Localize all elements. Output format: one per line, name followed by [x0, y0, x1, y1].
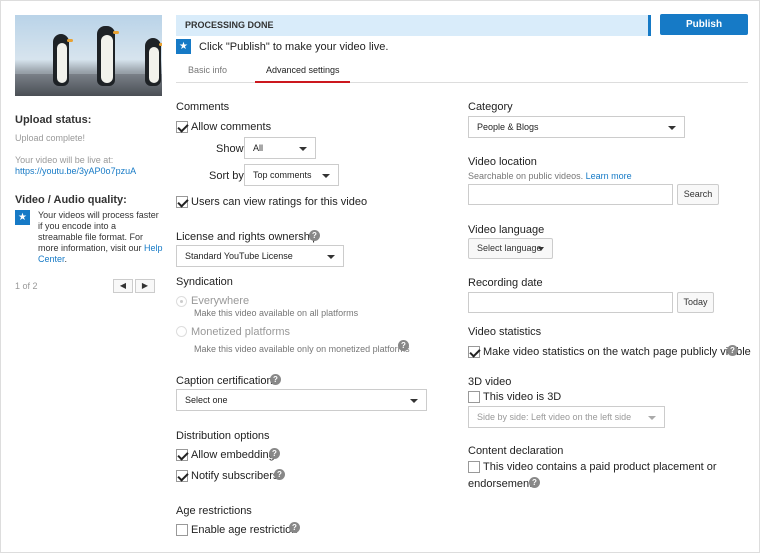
syndication-title: Syndication	[176, 276, 233, 288]
monetized-description: Make this video available only on moneti…	[194, 344, 410, 354]
paid-placement-checkbox[interactable]	[468, 461, 480, 473]
everywhere-radio[interactable]	[176, 296, 187, 307]
video-url-link[interactable]: https://youtu.be/3yAP0o7pzuA	[15, 166, 163, 176]
caret-down-icon	[648, 416, 656, 420]
help-icon[interactable]: ?	[398, 340, 409, 351]
sort-by-label: Sort by	[209, 170, 244, 182]
upload-status-title: Upload status:	[15, 114, 92, 126]
publish-hint-text: Click "Publish" to make your video live.	[199, 40, 389, 53]
caret-down-icon	[668, 126, 676, 130]
license-title: License and rights ownership	[176, 231, 319, 243]
processing-status-bar: PROCESSING DONE	[176, 15, 651, 36]
monetized-radio[interactable]	[176, 326, 187, 337]
help-icon[interactable]: ?	[727, 345, 738, 356]
allow-embedding-checkbox[interactable]	[176, 449, 188, 461]
language-select[interactable]: Select language	[468, 238, 553, 259]
live-at-text: Your video will be live at:	[15, 155, 114, 165]
caption-select[interactable]: Select one	[176, 389, 427, 411]
video-3d-mode-select[interactable]: Side by side: Left video on the left sid…	[468, 406, 665, 428]
location-title: Video location	[468, 156, 537, 168]
today-button[interactable]: Today	[677, 292, 714, 313]
category-title: Category	[468, 101, 513, 113]
view-ratings-label: Users can view ratings for this video	[191, 196, 368, 208]
video-3d-checkbox[interactable]	[468, 391, 480, 403]
allow-comments-label: Allow comments	[191, 121, 272, 133]
caret-down-icon	[327, 255, 335, 259]
view-ratings-checkbox[interactable]	[176, 196, 188, 208]
notify-subscribers-checkbox[interactable]	[176, 470, 188, 482]
show-label: Show	[216, 143, 244, 155]
tab-advanced-settings[interactable]: Advanced settings	[266, 65, 340, 75]
next-page-button[interactable]: ▶	[135, 279, 155, 293]
video-thumbnail[interactable]	[15, 15, 162, 96]
active-tab-indicator	[255, 81, 350, 83]
everywhere-label: Everywhere	[191, 295, 250, 307]
public-stats-checkbox[interactable]	[468, 346, 480, 358]
age-title: Age restrictions	[176, 505, 252, 517]
content-declaration-title: Content declaration	[468, 445, 564, 457]
help-icon[interactable]: ?	[309, 230, 320, 241]
sidebar-pager: 1 of 2 ◀ ▶	[15, 279, 163, 293]
video-3d-title: 3D video	[468, 376, 512, 388]
upload-page: Upload status: Upload complete! Your vid…	[0, 0, 760, 553]
publish-button[interactable]: Publish	[660, 14, 748, 35]
allow-embedding-label: Allow embedding	[191, 449, 275, 461]
star-icon: ★	[176, 39, 191, 54]
publish-hint: ★ Click "Publish" to make your video liv…	[176, 39, 388, 54]
distribution-title: Distribution options	[176, 430, 270, 442]
settings-tabs: Basic info Advanced settings	[176, 59, 748, 83]
public-stats-label: Make video statistics on the watch page …	[483, 346, 751, 358]
paid-placement-label-cont: endorsement	[468, 478, 533, 490]
video-statistics-title: Video statistics	[468, 326, 542, 338]
upload-complete-text: Upload complete!	[15, 133, 86, 143]
monetized-label: Monetized platforms	[191, 326, 291, 338]
prev-page-button[interactable]: ◀	[113, 279, 133, 293]
learn-more-link[interactable]: Learn more	[586, 171, 632, 181]
recording-date-title: Recording date	[468, 277, 543, 289]
tab-basic-info[interactable]: Basic info	[188, 65, 227, 75]
location-input[interactable]	[468, 184, 673, 205]
age-restriction-checkbox[interactable]	[176, 524, 188, 536]
page-indicator: 1 of 2	[15, 281, 38, 291]
help-icon[interactable]: ?	[269, 448, 280, 459]
caret-down-icon	[299, 147, 307, 151]
allow-comments-checkbox[interactable]	[176, 121, 188, 133]
caption-title: Caption certification	[176, 375, 273, 387]
recording-date-input[interactable]	[468, 292, 673, 313]
video-3d-label: This video is 3D	[483, 391, 562, 403]
comments-title: Comments	[176, 101, 230, 113]
help-icon[interactable]: ?	[529, 477, 540, 488]
sort-by-select[interactable]: Top comments	[244, 164, 339, 186]
location-description: Searchable on public videos. Learn more	[468, 171, 632, 181]
quality-notice: ★ Your videos will process faster if you…	[15, 210, 163, 265]
caret-down-icon	[538, 247, 544, 251]
quality-text: Your videos will process faster if you e…	[38, 210, 159, 253]
quality-title: Video / Audio quality:	[15, 194, 127, 206]
age-restriction-label: Enable age restriction	[191, 524, 298, 536]
show-comments-select[interactable]: All	[244, 137, 316, 159]
help-icon[interactable]: ?	[274, 469, 285, 480]
caret-down-icon	[410, 399, 418, 403]
category-select[interactable]: People & Blogs	[468, 116, 685, 138]
sidebar: Upload status: Upload complete! Your vid…	[15, 15, 163, 293]
caret-down-icon	[322, 174, 330, 178]
location-search-button[interactable]: Search	[677, 184, 719, 205]
help-icon[interactable]: ?	[289, 522, 300, 533]
help-icon[interactable]: ?	[270, 374, 281, 385]
language-title: Video language	[468, 224, 545, 236]
paid-placement-label: This video contains a paid product place…	[483, 461, 717, 473]
notify-subscribers-label: Notify subscribers	[191, 470, 279, 482]
license-select[interactable]: Standard YouTube License	[176, 245, 344, 267]
everywhere-description: Make this video available on all platfor…	[194, 308, 359, 318]
star-icon: ★	[15, 210, 30, 225]
